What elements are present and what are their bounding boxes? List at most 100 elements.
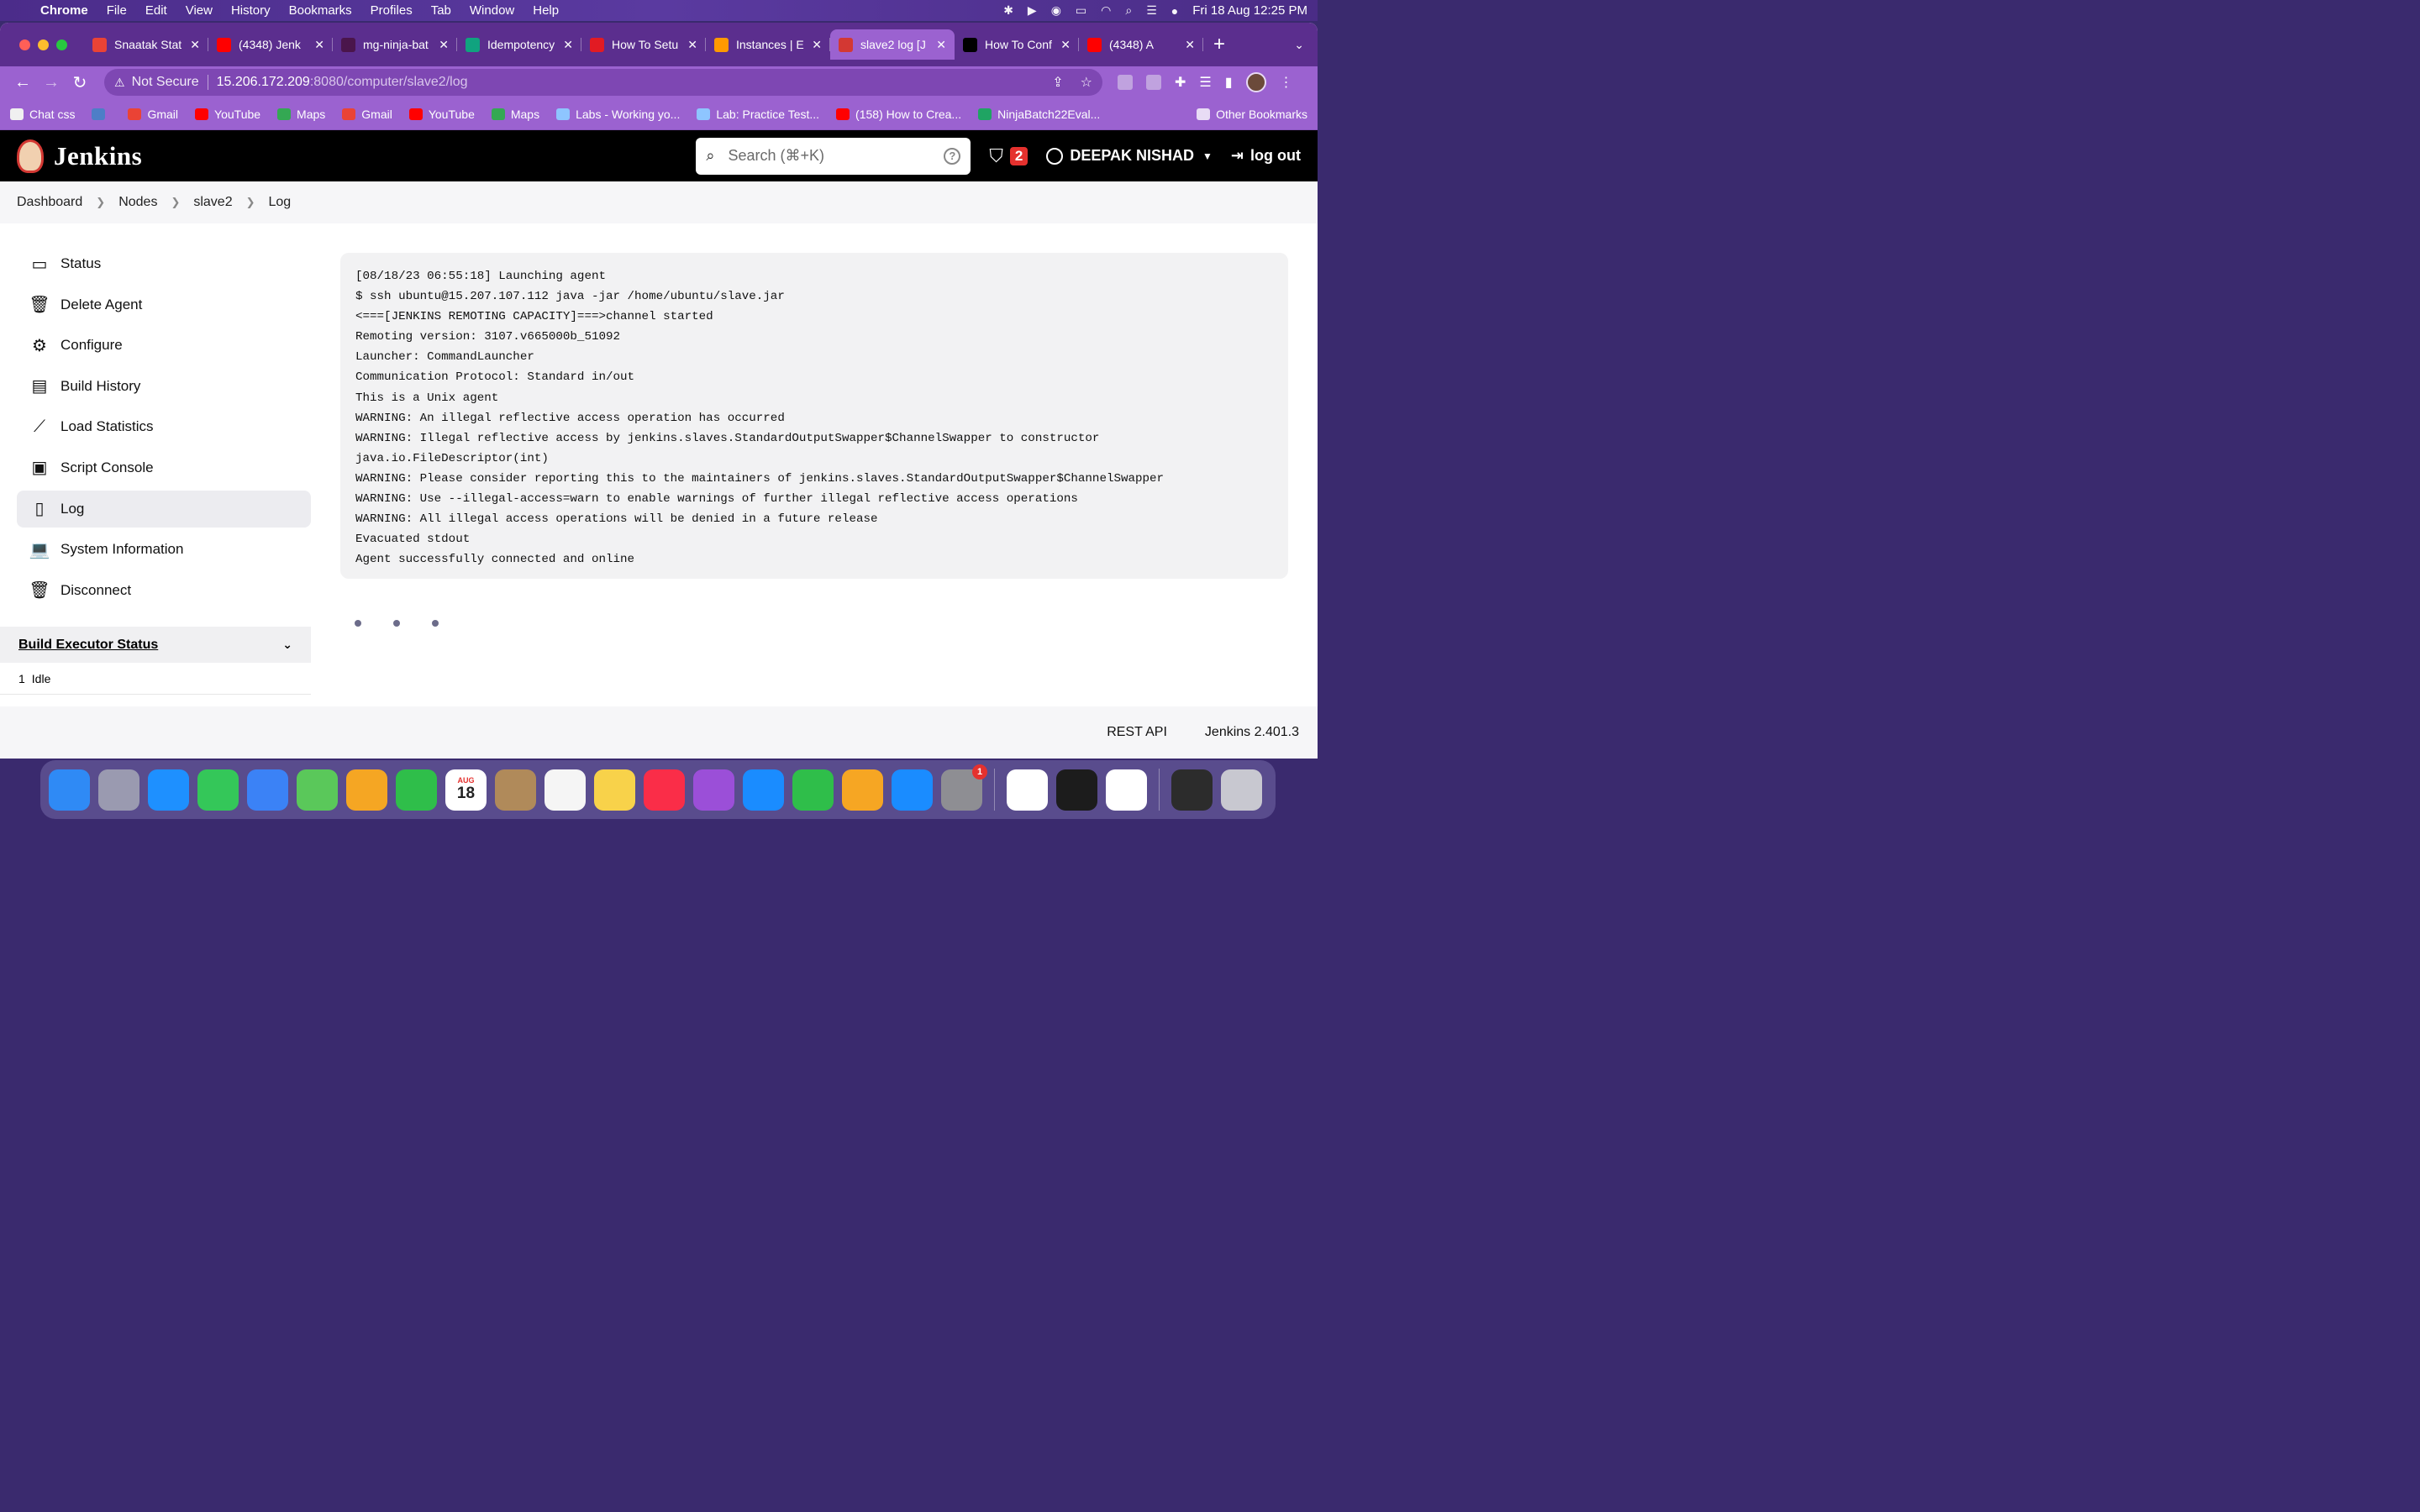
- close-tab-icon[interactable]: ✕: [1185, 38, 1195, 52]
- menu-tab[interactable]: Tab: [431, 3, 451, 18]
- close-tab-icon[interactable]: ✕: [439, 38, 449, 52]
- notes-icon[interactable]: [594, 769, 635, 811]
- bookmark-star-icon[interactable]: ☆: [1081, 74, 1092, 91]
- jenkins-search-box[interactable]: ⌕ Search (⌘+K) ?: [696, 137, 971, 175]
- chevron-down-icon[interactable]: ⌄: [282, 638, 292, 652]
- finder-icon[interactable]: [49, 769, 90, 811]
- menu-window[interactable]: Window: [470, 3, 514, 18]
- trash-icon[interactable]: [1221, 769, 1262, 811]
- close-tab-icon[interactable]: ✕: [314, 38, 324, 52]
- bookmark-item[interactable]: Gmail: [342, 108, 392, 121]
- rest-api-link[interactable]: REST API: [1107, 725, 1167, 740]
- close-tab-icon[interactable]: ✕: [687, 38, 697, 52]
- close-tab-icon[interactable]: ✕: [936, 38, 946, 52]
- extension-k-icon[interactable]: [1146, 75, 1161, 90]
- wifi-icon[interactable]: ◠: [1101, 3, 1111, 18]
- reading-list-icon[interactable]: ☰: [1199, 74, 1211, 91]
- calendar-icon[interactable]: AUG 18: [445, 769, 487, 811]
- breadcrumb-item[interactable]: Nodes: [118, 195, 157, 210]
- contacts-icon[interactable]: [495, 769, 536, 811]
- menu-file[interactable]: File: [107, 3, 127, 18]
- menu-help[interactable]: Help: [533, 3, 559, 18]
- close-tab-icon[interactable]: ✕: [1060, 38, 1071, 52]
- numbers-icon[interactable]: [792, 769, 834, 811]
- launchpad-icon[interactable]: [98, 769, 139, 811]
- zoom-window-button[interactable]: [56, 39, 67, 50]
- reminders-icon[interactable]: [544, 769, 586, 811]
- sidebar-item-build-history[interactable]: ▤ Build History: [17, 368, 311, 405]
- sidebar-item-status[interactable]: ▭ Status: [17, 245, 311, 282]
- sidebar-item-delete-agent[interactable]: 🗑 Delete Agent: [17, 286, 311, 323]
- terminal-icon[interactable]: [1056, 769, 1097, 811]
- sidebar-item-system-information[interactable]: 💻 System Information: [17, 531, 311, 568]
- browser-tab[interactable]: (4348) A ✕: [1079, 29, 1203, 60]
- menu-history[interactable]: History: [231, 3, 271, 18]
- build-executor-header[interactable]: Build Executor Status ⌄: [0, 627, 311, 663]
- bookmark-item[interactable]: (158) How to Crea...: [836, 108, 961, 121]
- close-tab-icon[interactable]: ✕: [563, 38, 573, 52]
- other-bookmarks[interactable]: Other Bookmarks: [1197, 108, 1307, 121]
- bookmark-item[interactable]: YouTube: [408, 108, 475, 121]
- menu-edit[interactable]: Edit: [145, 3, 167, 18]
- browser-tab[interactable]: Idempotency ✕: [457, 29, 581, 60]
- bookmark-item[interactable]: Labs - Working yo...: [556, 108, 680, 121]
- safari-icon[interactable]: [148, 769, 189, 811]
- forward-button[interactable]: →: [37, 73, 66, 92]
- kebab-menu-icon[interactable]: ⋮: [1280, 74, 1293, 91]
- user-circle-icon[interactable]: ◉: [1051, 3, 1061, 18]
- sidebar-item-configure[interactable]: ⚙ Configure: [17, 327, 311, 364]
- extensions-puzzle-icon[interactable]: ✚: [1175, 74, 1186, 91]
- settings-icon[interactable]: 1: [941, 764, 987, 811]
- mail-icon[interactable]: [247, 769, 288, 811]
- photos-icon[interactable]: [346, 769, 387, 811]
- help-icon[interactable]: ?: [944, 147, 961, 165]
- bookmark-item[interactable]: NinjaBatch22Eval...: [978, 108, 1100, 121]
- close-tab-icon[interactable]: ✕: [190, 38, 200, 52]
- sidebar-item-log[interactable]: ▯ Log: [17, 490, 311, 528]
- music-icon[interactable]: [644, 769, 685, 811]
- back-button[interactable]: ←: [8, 73, 37, 92]
- address-bar[interactable]: ⚠ Not Secure 15.206.172.209 :8080/comput…: [104, 69, 1102, 96]
- jenkins-logo[interactable]: Jenkins: [17, 139, 142, 173]
- browser-tab[interactable]: slave2 log [J ✕: [830, 29, 955, 60]
- menu-app-name[interactable]: Chrome: [40, 3, 88, 18]
- chrome-icon[interactable]: [1007, 769, 1048, 811]
- podcasts-icon[interactable]: [693, 769, 734, 811]
- breadcrumb-item[interactable]: Log: [269, 195, 292, 210]
- bookmark-item[interactable]: Lab: Practice Test...: [697, 108, 819, 121]
- user-menu[interactable]: DEEPAK NISHAD ▼: [1046, 147, 1213, 165]
- play-circle-icon[interactable]: ▶: [1028, 3, 1037, 18]
- share-icon[interactable]: ⇪: [1052, 74, 1063, 91]
- vscode-icon[interactable]: [1106, 769, 1147, 811]
- menu-view[interactable]: View: [186, 3, 213, 18]
- warning-icon[interactable]: ⚠: [114, 76, 125, 90]
- tab-search-chevron-icon[interactable]: ⌄: [1294, 38, 1304, 52]
- sidebar-item-load-statistics[interactable]: ⟋ Load Statistics: [17, 408, 311, 445]
- logout-link[interactable]: ⇥ log out: [1231, 147, 1301, 165]
- sidebar-item-script-console[interactable]: ▣ Script Console: [17, 449, 311, 486]
- chevron-down-icon[interactable]: ▼: [1202, 150, 1213, 162]
- facetime-icon[interactable]: [396, 769, 437, 811]
- extension-code-icon[interactable]: [1118, 75, 1133, 90]
- keynote-icon[interactable]: [743, 769, 784, 811]
- maps-icon[interactable]: [297, 769, 338, 811]
- bookmark-item[interactable]: [92, 108, 111, 120]
- bookmark-item[interactable]: Maps: [277, 108, 325, 121]
- bookmark-item[interactable]: YouTube: [195, 108, 260, 121]
- close-window-button[interactable]: [19, 39, 30, 50]
- screen-icon[interactable]: [1171, 769, 1213, 811]
- bluetooth-icon[interactable]: ✱: [1003, 3, 1013, 18]
- minimize-window-button[interactable]: [38, 39, 49, 50]
- spotlight-icon[interactable]: ⌕: [1125, 3, 1132, 18]
- security-status[interactable]: Not Secure: [132, 75, 199, 90]
- appstore-icon[interactable]: [892, 769, 933, 811]
- menu-profiles[interactable]: Profiles: [371, 3, 413, 18]
- menu-bookmarks[interactable]: Bookmarks: [289, 3, 352, 18]
- new-tab-button[interactable]: +: [1213, 33, 1225, 56]
- sidebar-item-disconnect[interactable]: 🗑 Disconnect: [17, 572, 311, 609]
- bookmark-item[interactable]: Chat css: [10, 108, 75, 121]
- close-tab-icon[interactable]: ✕: [812, 38, 822, 52]
- browser-tab[interactable]: Instances | E ✕: [706, 29, 830, 60]
- pages-icon[interactable]: [842, 769, 883, 811]
- menubar-clock[interactable]: Fri 18 Aug 12:25 PM: [1192, 3, 1307, 18]
